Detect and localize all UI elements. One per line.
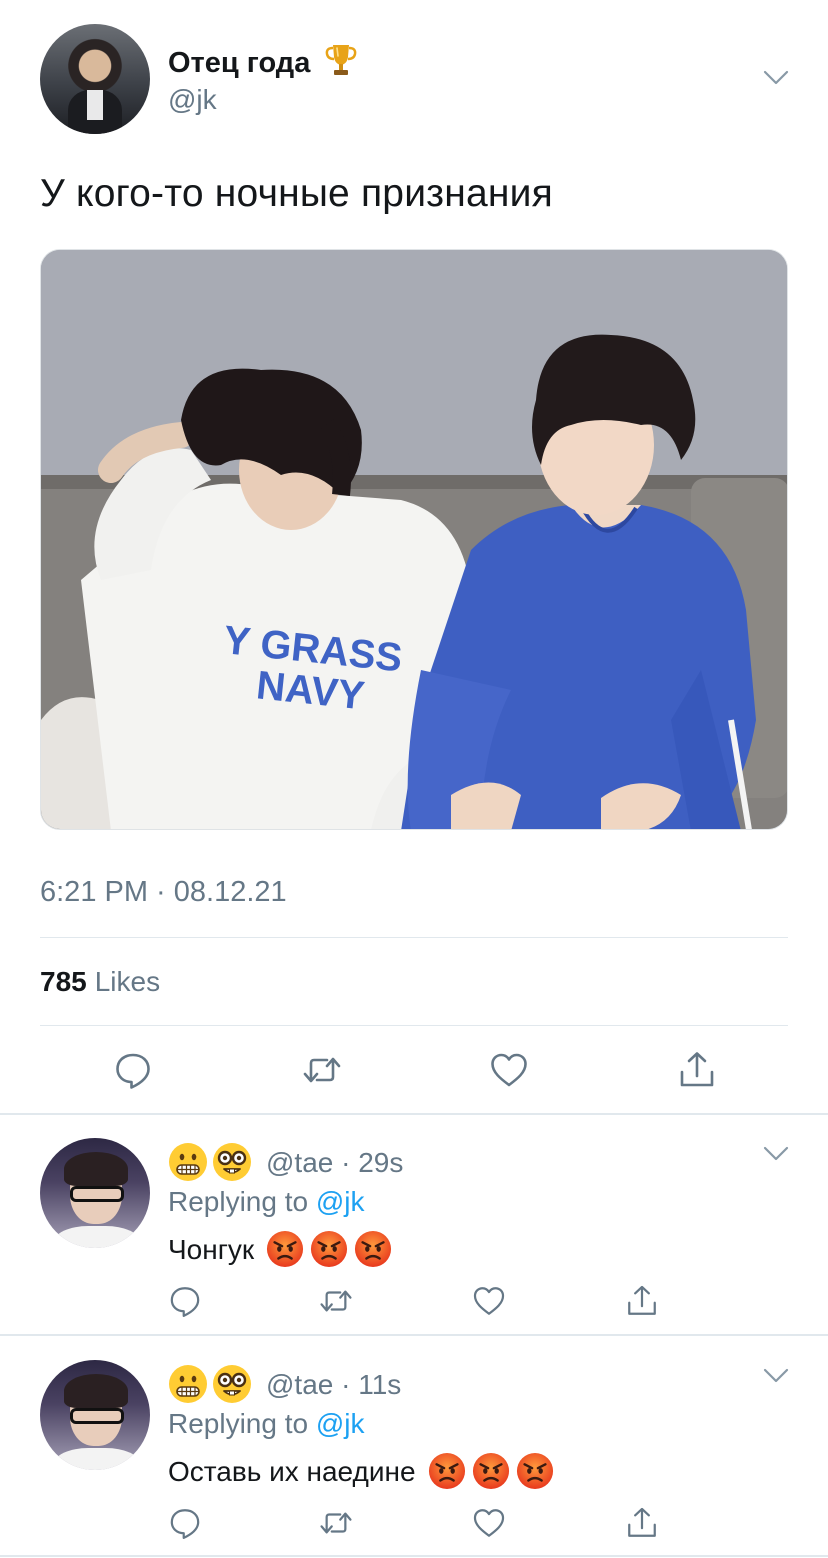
reply-icon: [168, 1284, 202, 1318]
reply-header[interactable]: @tae · 29s: [168, 1142, 403, 1182]
retweet-icon: [319, 1506, 353, 1540]
like-button[interactable]: [472, 1284, 506, 1318]
replying-to-label: Replying to: [168, 1408, 309, 1439]
retweet-button[interactable]: [319, 1506, 353, 1540]
reply-text-content: Чонгук: [168, 1234, 255, 1265]
share-icon: [625, 1284, 659, 1318]
handle[interactable]: @jk: [168, 84, 217, 116]
reply-header[interactable]: @tae · 11s: [168, 1364, 401, 1404]
likes-summary[interactable]: 785 Likes: [40, 966, 160, 998]
reply-text: Оставь их наедине: [168, 1452, 554, 1490]
chevron-down-icon[interactable]: [763, 70, 789, 86]
avatar[interactable]: [40, 24, 150, 134]
reply-button[interactable]: [168, 1506, 202, 1540]
angry-face-icon: [310, 1230, 348, 1268]
share-icon: [625, 1506, 659, 1540]
divider: [40, 1025, 788, 1026]
like-icon: [472, 1284, 506, 1318]
likes-count: 785: [40, 966, 87, 997]
share-icon: [677, 1050, 717, 1090]
display-name[interactable]: Отец года: [168, 42, 358, 80]
avatar[interactable]: [40, 1138, 150, 1248]
mention-link[interactable]: @jk: [316, 1186, 365, 1217]
tweet-text: У кого-то ночные признания: [40, 172, 553, 215]
like-icon: [489, 1050, 529, 1090]
divider: [40, 937, 788, 938]
grimacing-face-icon: [168, 1142, 208, 1182]
reply-text: Чонгук: [168, 1230, 392, 1268]
retweet-button[interactable]: [302, 1050, 342, 1090]
retweet-button[interactable]: [319, 1284, 353, 1318]
likes-label: Likes: [94, 966, 161, 997]
reply-button[interactable]: [168, 1284, 202, 1318]
angry-face-icon: [428, 1452, 466, 1490]
replying-to-label: Replying to: [168, 1186, 309, 1217]
photo-illustration: Y GRASS NAVY: [41, 250, 787, 829]
reply-handle-time: @tae · 11s: [266, 1369, 402, 1400]
mention-link[interactable]: @jk: [316, 1408, 365, 1439]
replying-to: Replying to @jk: [168, 1186, 365, 1218]
reply-icon: [168, 1506, 202, 1540]
chevron-down-icon[interactable]: [763, 1368, 789, 1384]
main-tweet: Отец года @jk У кого-то ночные признания: [0, 0, 828, 1114]
grimacing-face-icon: [168, 1364, 208, 1404]
display-name-text: Отец года: [168, 47, 311, 79]
angry-face-icon: [472, 1452, 510, 1490]
avatar[interactable]: [40, 1360, 150, 1470]
nerd-face-icon: [212, 1142, 252, 1182]
reply-text-content: Оставь их наедине: [168, 1456, 416, 1487]
reply-tweet[interactable]: @tae · 11s Replying to @jk Оставь их нае…: [0, 1336, 828, 1558]
angry-face-icon: [354, 1230, 392, 1268]
like-button[interactable]: [472, 1506, 506, 1540]
share-button[interactable]: [677, 1050, 717, 1090]
retweet-icon: [319, 1284, 353, 1318]
reply-icon: [113, 1050, 153, 1090]
reply-tweet[interactable]: @tae · 29s Replying to @jk Чонгук: [0, 1114, 828, 1336]
tweet-timestamp[interactable]: 6:21 PM · 08.12.21: [40, 876, 287, 909]
chevron-down-icon[interactable]: [763, 1146, 789, 1162]
angry-face-icon: [266, 1230, 304, 1268]
share-button[interactable]: [625, 1284, 659, 1318]
replying-to: Replying to @jk: [168, 1408, 365, 1440]
nerd-face-icon: [212, 1364, 252, 1404]
trophy-icon: [326, 45, 357, 75]
like-button[interactable]: [489, 1050, 529, 1090]
reply-button[interactable]: [113, 1050, 153, 1090]
share-button[interactable]: [625, 1506, 659, 1540]
reply-handle-time: @tae · 29s: [266, 1147, 404, 1178]
tweet-photo[interactable]: Y GRASS NAVY: [40, 249, 788, 830]
divider: [0, 1555, 828, 1557]
angry-face-icon: [516, 1452, 554, 1490]
retweet-icon: [302, 1050, 342, 1090]
like-icon: [472, 1506, 506, 1540]
